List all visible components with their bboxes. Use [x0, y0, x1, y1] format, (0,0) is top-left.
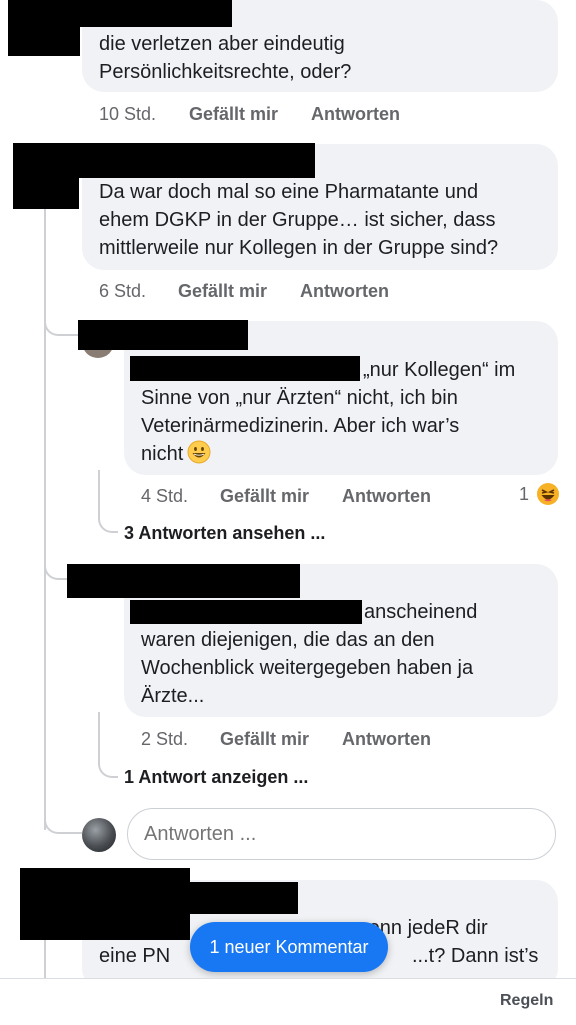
redacted-author-name	[180, 882, 298, 914]
redacted-avatar	[8, 0, 80, 56]
reply-button[interactable]: Antworten	[300, 281, 389, 302]
footer-bar	[0, 978, 576, 1025]
redacted-author-name	[20, 868, 190, 940]
comment-text: mittlerweile nur Kollegen in der Gruppe …	[99, 237, 499, 259]
comment-text: waren diejenigen, die das an den	[141, 629, 435, 651]
reply-button[interactable]: Antworten	[342, 729, 431, 750]
rules-link[interactable]: Regeln	[500, 992, 553, 1010]
comment-text: „nur Kollegen“ im	[363, 359, 516, 381]
reply-input[interactable]	[127, 808, 556, 860]
comment-timestamp: 4 Std.	[141, 486, 189, 506]
redacted-author-name	[67, 564, 300, 598]
current-user-avatar	[82, 818, 116, 852]
thread-elbow	[44, 300, 82, 336]
thread-elbow	[44, 790, 82, 834]
comment-text: eine PN	[99, 945, 171, 967]
comment-text: Ärzte...	[141, 685, 205, 707]
view-replies-link[interactable]: 1 Antwort anzeigen ...	[124, 767, 308, 788]
redacted-author-name	[78, 320, 248, 350]
redacted-mention	[130, 600, 362, 624]
reply-button[interactable]: Antworten	[311, 104, 400, 125]
like-button[interactable]: Gefällt mir	[220, 729, 309, 750]
new-comment-toast-label: 1 neuer Kommentar	[209, 937, 369, 957]
like-button[interactable]: Gefällt mir	[189, 104, 278, 125]
comment-text: anscheinend	[364, 601, 478, 623]
like-button[interactable]: Gefällt mir	[178, 281, 267, 302]
comment-text: Persönlichkeitsrechte, oder?	[99, 61, 352, 83]
grinning-face-emoji-icon	[187, 440, 211, 464]
comment-timestamp: 2 Std.	[141, 729, 189, 749]
comment-text-last-line: nicht	[141, 440, 211, 468]
view-replies-link[interactable]: 3 Antworten ansehen ...	[124, 523, 325, 544]
comment-text: nicht	[141, 443, 184, 465]
thread-line	[44, 205, 46, 830]
new-comment-toast[interactable]: 1 neuer Kommentar	[190, 922, 388, 972]
reaction-count[interactable]: 1	[519, 484, 529, 505]
redacted-avatar	[13, 143, 79, 209]
laughing-reaction-icon[interactable]	[536, 482, 560, 506]
reply-button[interactable]: Antworten	[342, 486, 431, 507]
comment-timestamp: 6 Std.	[99, 281, 147, 301]
comment-text: Veterinärmedizinerin. Aber ich war’s	[141, 415, 460, 437]
thread-elbow	[98, 750, 118, 778]
comment-text: die verletzen aber eindeutig	[99, 33, 345, 55]
comment-text: Da war doch mal so eine Pharmatante und	[99, 181, 479, 203]
like-button[interactable]: Gefällt mir	[220, 486, 309, 507]
comment-text: Sinne von „nur Ärzten“ nicht, ich bin	[141, 387, 458, 409]
comment-text: ...t? Dann ist’s	[412, 945, 539, 967]
comment-text: ehem DGKP in der Gruppe… ist sicher, das…	[99, 209, 496, 231]
comment-timestamp: 10 Std.	[99, 104, 157, 124]
comment-text: Wochenblick weitergegeben haben ja	[141, 657, 474, 679]
redacted-mention	[130, 356, 360, 381]
thread-elbow	[98, 505, 118, 533]
